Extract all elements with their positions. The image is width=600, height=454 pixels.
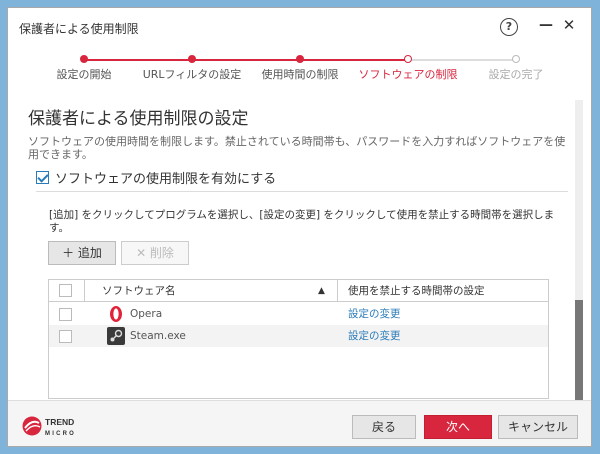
logo-text-line1: TREND — [45, 417, 74, 427]
enable-restriction-checkbox[interactable] — [36, 171, 49, 184]
step-label-time-limit: 使用時間の制限 — [261, 68, 339, 81]
change-settings-link[interactable]: 設定の変更 — [348, 325, 401, 347]
change-settings-link[interactable]: 設定の変更 — [348, 303, 401, 325]
parental-controls-window: 保護者による使用制限 ? — ✕ 設定の開始 URLフィルタの設定 使用時間の制… — [7, 7, 592, 447]
step-dot-url-filter — [188, 55, 196, 63]
column-header-software[interactable]: ソフトウェア名 — [102, 280, 176, 302]
column-separator — [337, 280, 338, 302]
title-bar: 保護者による使用制限 ? — ✕ — [8, 8, 591, 48]
step-line-remaining — [408, 59, 516, 61]
next-button[interactable]: 次へ — [424, 415, 492, 439]
add-button[interactable]: ＋ 追加 — [48, 241, 116, 265]
step-dot-time-limit — [296, 55, 304, 63]
steam-icon — [107, 327, 125, 345]
table-header: ソフトウェア名 ▲ 使用を禁止する時間帯の設定 — [49, 280, 548, 302]
back-button[interactable]: 戻る — [352, 415, 416, 439]
help-button[interactable]: ? — [500, 18, 518, 36]
close-button[interactable]: ✕ — [562, 16, 576, 34]
column-separator — [84, 280, 85, 302]
page-description: ソフトウェアの使用時間を制限します。禁止されている時間帯も、パスワードを入力すれ… — [28, 135, 566, 161]
opera-icon — [110, 306, 122, 322]
step-dot-finish — [512, 55, 520, 63]
software-name: Opera — [130, 308, 163, 320]
step-dot-start — [80, 55, 88, 63]
table-row[interactable]: Steam.exe 設定の変更 — [49, 325, 548, 347]
enable-restriction-label[interactable]: ソフトウェアの使用制限を有効にする — [55, 172, 276, 187]
footer-bar: TREND MICRO 戻る 次へ キャンセル — [8, 400, 591, 446]
row-checkbox[interactable] — [59, 330, 72, 343]
sort-ascending-icon[interactable]: ▲ — [318, 280, 325, 302]
delete-button: ✕ 削除 — [121, 241, 189, 265]
trend-micro-logo: TREND MICRO — [22, 416, 76, 437]
window-title: 保護者による使用制限 — [19, 22, 139, 36]
row-checkbox[interactable] — [59, 308, 72, 321]
main-content: 保護者による使用制限の設定 ソフトウェアの使用時間を制限します。禁止されている時… — [28, 104, 568, 161]
step-label-url-filter: URLフィルタの設定 — [142, 68, 242, 81]
step-label-finish: 設定の完了 — [488, 68, 544, 81]
step-dot-software — [404, 55, 412, 63]
software-name: Steam.exe — [130, 330, 186, 342]
table-row[interactable]: Opera 設定の変更 — [49, 303, 548, 325]
instruction-text: [追加] をクリックしてプログラムを選択し、[設定の変更] をクリックして使用を… — [49, 209, 555, 234]
enable-restriction-row[interactable]: ソフトウェアの使用制限を有効にする — [36, 168, 276, 187]
step-label-software: ソフトウェアの制限 — [358, 68, 458, 81]
step-line-completed — [84, 59, 408, 61]
wizard-stepper: 設定の開始 URLフィルタの設定 使用時間の制限 ソフトウェアの制限 設定の完了 — [8, 48, 591, 94]
cancel-button[interactable]: キャンセル — [498, 415, 578, 439]
select-all-checkbox[interactable] — [59, 284, 72, 297]
minimize-button[interactable]: — — [539, 17, 553, 35]
section-divider — [36, 191, 568, 192]
software-table: ソフトウェア名 ▲ 使用を禁止する時間帯の設定 Opera 設定の変更 Stea… — [48, 279, 549, 399]
column-header-schedule[interactable]: 使用を禁止する時間帯の設定 — [348, 280, 485, 302]
vertical-scrollbar[interactable] — [575, 100, 583, 400]
page-heading: 保護者による使用制限の設定 — [28, 109, 249, 129]
step-label-start: 設定の開始 — [56, 68, 112, 81]
scrollbar-thumb[interactable] — [575, 300, 583, 400]
logo-text-line2: MICRO — [45, 431, 76, 437]
